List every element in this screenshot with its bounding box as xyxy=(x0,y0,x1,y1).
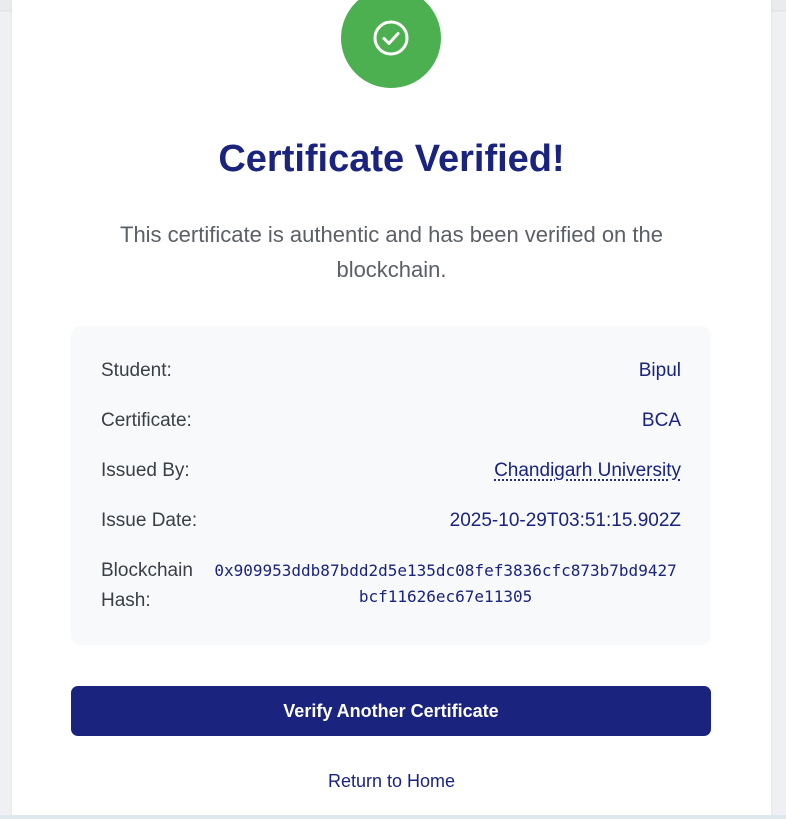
blockchain-hash-value: 0x909953ddb87bdd2d5e135dc08fef3836cfc873… xyxy=(214,561,677,606)
student-label: Student: xyxy=(101,360,172,381)
detail-row-student: Student: Bipul xyxy=(101,360,681,382)
blockchain-hash-label: Blockchain Hash: xyxy=(101,560,193,611)
detail-row-issued-by: Issued By: Chandigarh University xyxy=(101,460,681,482)
issuer-link[interactable]: Chandigarh University xyxy=(494,460,681,482)
issue-date-label: Issue Date: xyxy=(101,510,198,531)
certificate-value: BCA xyxy=(641,410,681,431)
detail-row-blockchain-hash: Blockchain Hash: 0x909953ddb87bdd2d5e135… xyxy=(101,556,681,616)
detail-row-issue-date: Issue Date: 2025-10-29T03:51:15.902Z xyxy=(101,510,681,532)
bottom-edge xyxy=(0,815,786,819)
success-badge xyxy=(341,0,441,88)
verification-card: Certificate Verified! This certificate i… xyxy=(12,0,771,815)
check-circle-icon xyxy=(372,19,410,57)
page-title: Certificate Verified! xyxy=(218,138,565,180)
student-value: Bipul xyxy=(638,360,681,381)
certificate-details-panel: Student: Bipul Certificate: BCA Issued B… xyxy=(71,326,711,645)
certificate-label: Certificate: xyxy=(101,410,192,431)
detail-row-certificate: Certificate: BCA xyxy=(101,410,681,432)
verify-another-button[interactable]: Verify Another Certificate xyxy=(71,686,711,736)
issue-date-value: 2025-10-29T03:51:15.902Z xyxy=(449,510,681,531)
verification-message: This certificate is authentic and has be… xyxy=(120,222,663,282)
issued-by-label: Issued By: xyxy=(101,460,190,481)
return-home-link[interactable]: Return to Home xyxy=(12,771,771,792)
